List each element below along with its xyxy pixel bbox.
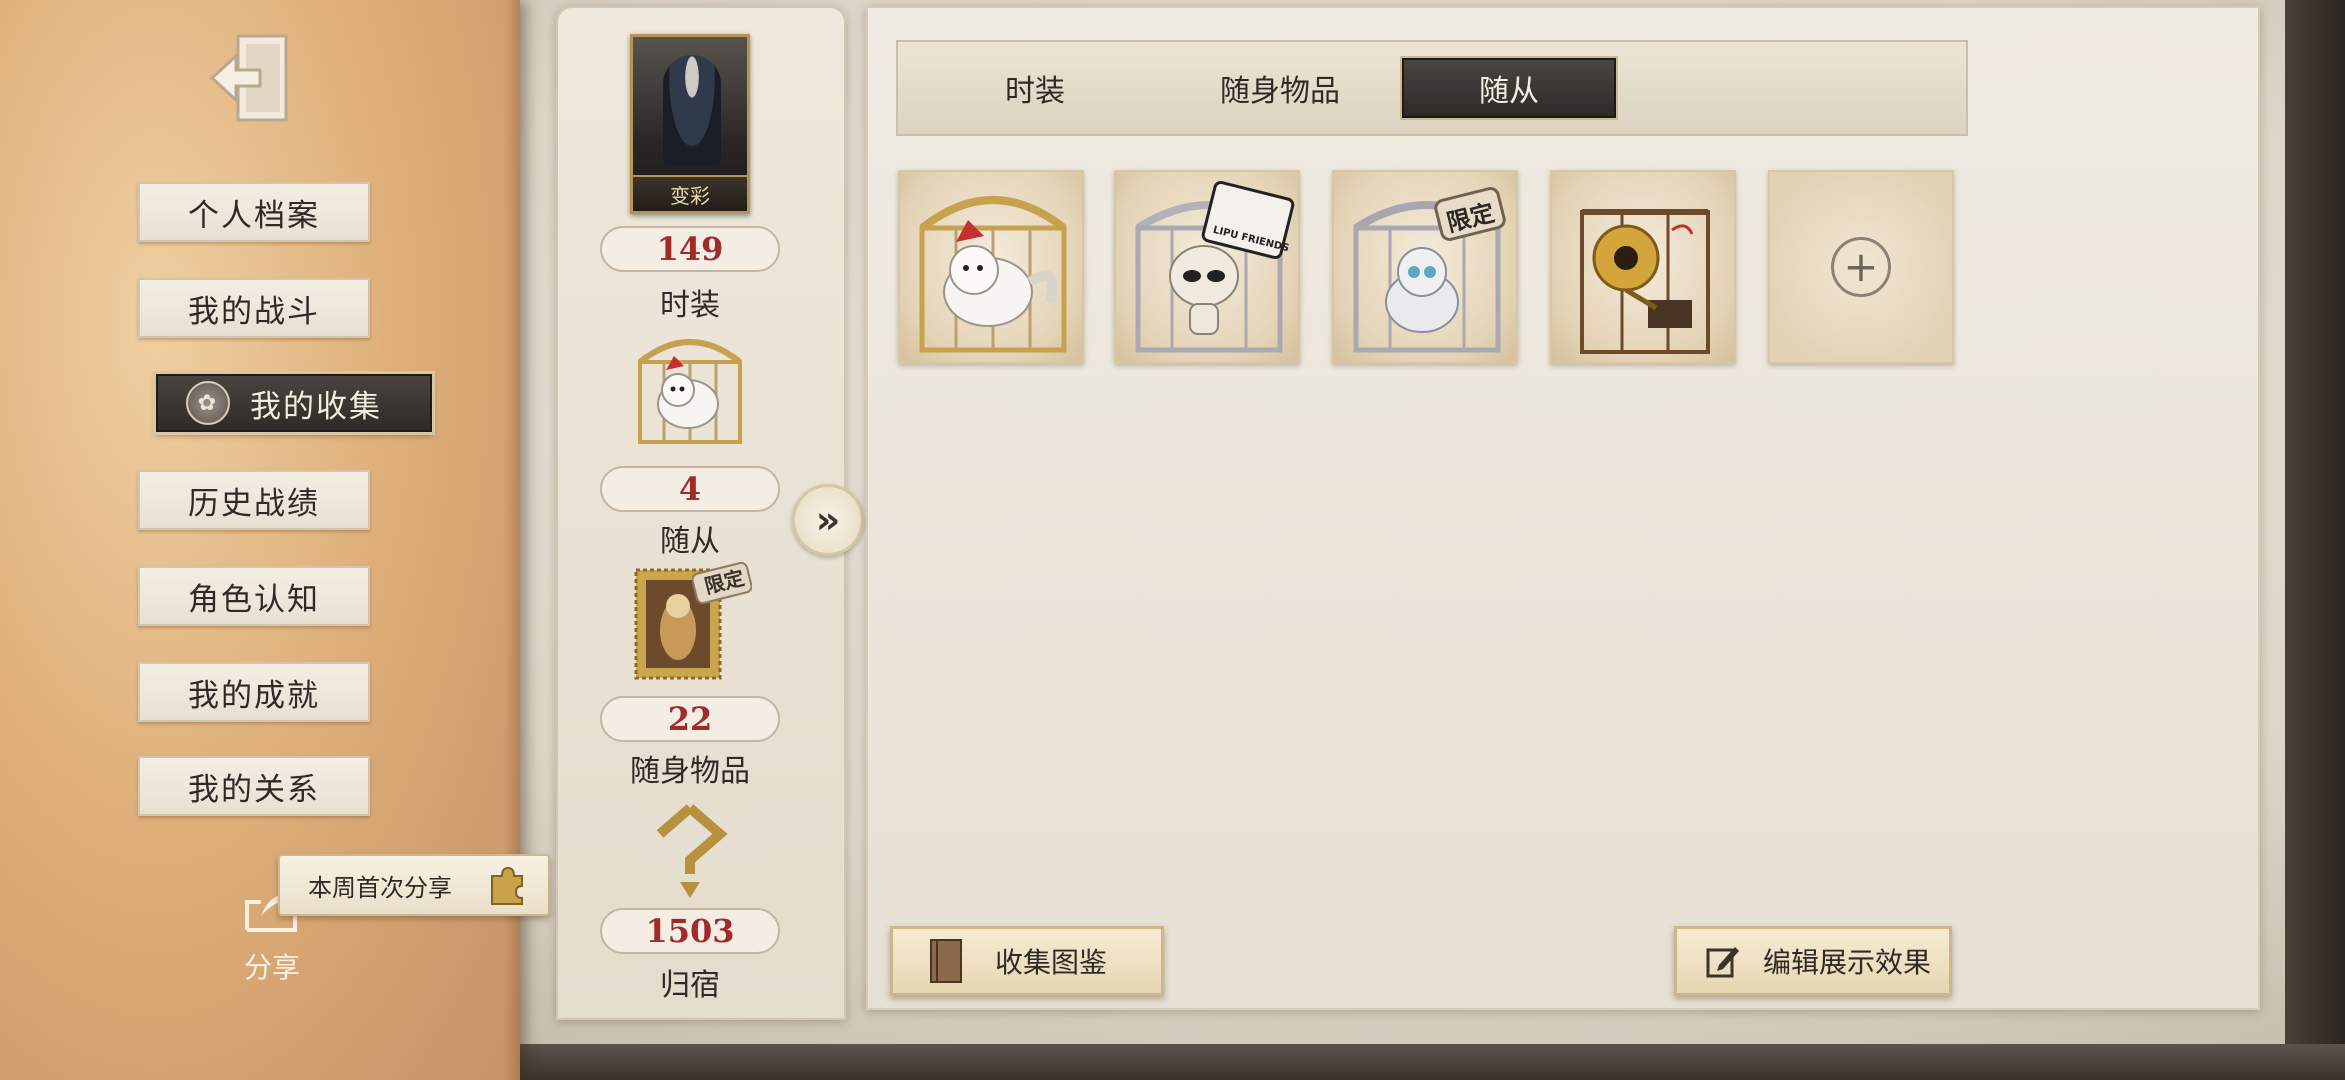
share-tooltip: 本周首次分享	[278, 854, 550, 916]
accessory-count: 22	[600, 696, 780, 742]
character-portrait[interactable]: 变彩	[630, 34, 750, 214]
tab-label: 随从	[1479, 74, 1539, 109]
expand-arrow-button[interactable]: »	[792, 484, 864, 556]
gear-badge-icon: ✿	[186, 381, 230, 425]
sidebar-item-label: 我的战斗	[188, 293, 320, 330]
item-card-white-fox[interactable]	[898, 170, 1084, 364]
sidebar-item-profile[interactable]: 个人档案	[138, 182, 370, 242]
sidebar-item-label: 我的收集	[250, 388, 382, 425]
sidebar-item-label: 历史战绩	[188, 485, 320, 522]
tab-label: 时装	[1005, 74, 1065, 109]
follower-count: 4	[600, 466, 780, 512]
follower-thumbnail[interactable]	[626, 326, 754, 452]
homestead-label: 归宿	[660, 968, 720, 1003]
costume-label: 时装	[660, 288, 720, 323]
exit-button[interactable]	[206, 30, 296, 126]
lipu-pet-cage-icon	[1135, 180, 1295, 353]
tab-costume[interactable]: 时装	[960, 58, 1110, 118]
tab-followers[interactable]: 随从	[1402, 58, 1616, 118]
tab-label: 随身物品	[1220, 74, 1340, 109]
accessory-thumbnail[interactable]: 限定	[626, 560, 754, 686]
tab-accessories[interactable]: 随身物品	[1180, 58, 1380, 118]
edit-display-button[interactable]: 编辑展示效果	[1674, 926, 1952, 996]
item-card-grey-fox[interactable]: 限定	[1332, 170, 1518, 364]
character-figure	[663, 55, 721, 165]
sidebar-item-character-knowledge[interactable]: 角色认知	[138, 566, 370, 626]
question-mark-icon	[656, 804, 728, 898]
edit-icon	[1705, 943, 1741, 979]
sidebar-item-label: 我的关系	[188, 771, 320, 808]
follower-label: 随从	[660, 524, 720, 559]
gramophone-cage-icon	[1580, 209, 1710, 354]
share-tip-text: 本周首次分享	[308, 873, 452, 902]
bottom-shadow-edge	[510, 1044, 2345, 1080]
sidebar-item-achievements[interactable]: 我的成就	[138, 662, 370, 722]
sidebar-item-relations[interactable]: 我的关系	[138, 756, 370, 816]
white-fox-cage-icon	[919, 196, 1067, 353]
portrait-name: 变彩	[633, 175, 747, 211]
sidebar-item-label: 角色认知	[188, 581, 320, 618]
add-slot-card[interactable]: +	[1768, 170, 1954, 364]
puzzle-icon	[491, 866, 523, 905]
sidebar: 个人档案 我的战斗 ✿ 我的收集 历史战绩 角色认知 我的成就 我的关系 分享	[0, 0, 520, 1080]
plus-icon: +	[1831, 237, 1891, 297]
collection-book-label: 收集图鉴	[995, 946, 1108, 979]
exit-door-icon	[209, 34, 288, 122]
accessory-label: 随身物品	[630, 754, 750, 789]
double-chevron-right-icon: »	[815, 498, 841, 542]
sidebar-item-label: 个人档案	[188, 197, 320, 234]
sidebar-item-battles[interactable]: 我的战斗	[138, 278, 370, 338]
item-card-gramophone[interactable]	[1550, 170, 1736, 364]
item-card-lipu-friends[interactable]: LIPU FRIENDS	[1114, 170, 1300, 364]
homestead-icon-wrap	[626, 804, 754, 900]
right-shadow-edge	[2285, 0, 2345, 1080]
edit-display-label: 编辑展示效果	[1763, 946, 1932, 979]
sidebar-item-collection[interactable]: ✿ 我的收集	[156, 374, 432, 432]
costume-count: 149	[600, 226, 780, 272]
main-panel	[866, 6, 2260, 1010]
book-icon	[927, 938, 965, 984]
sidebar-item-history[interactable]: 历史战绩	[138, 470, 370, 530]
screen: 个人档案 我的战斗 ✿ 我的收集 历史战绩 角色认知 我的成就 我的关系 分享	[0, 0, 2345, 1080]
caged-fox-icon	[638, 339, 742, 444]
sidebar-item-label: 我的成就	[188, 677, 320, 714]
share-label: 分享	[243, 951, 300, 984]
homestead-count: 1503	[600, 908, 780, 954]
collection-book-button[interactable]: 收集图鉴	[890, 926, 1164, 996]
